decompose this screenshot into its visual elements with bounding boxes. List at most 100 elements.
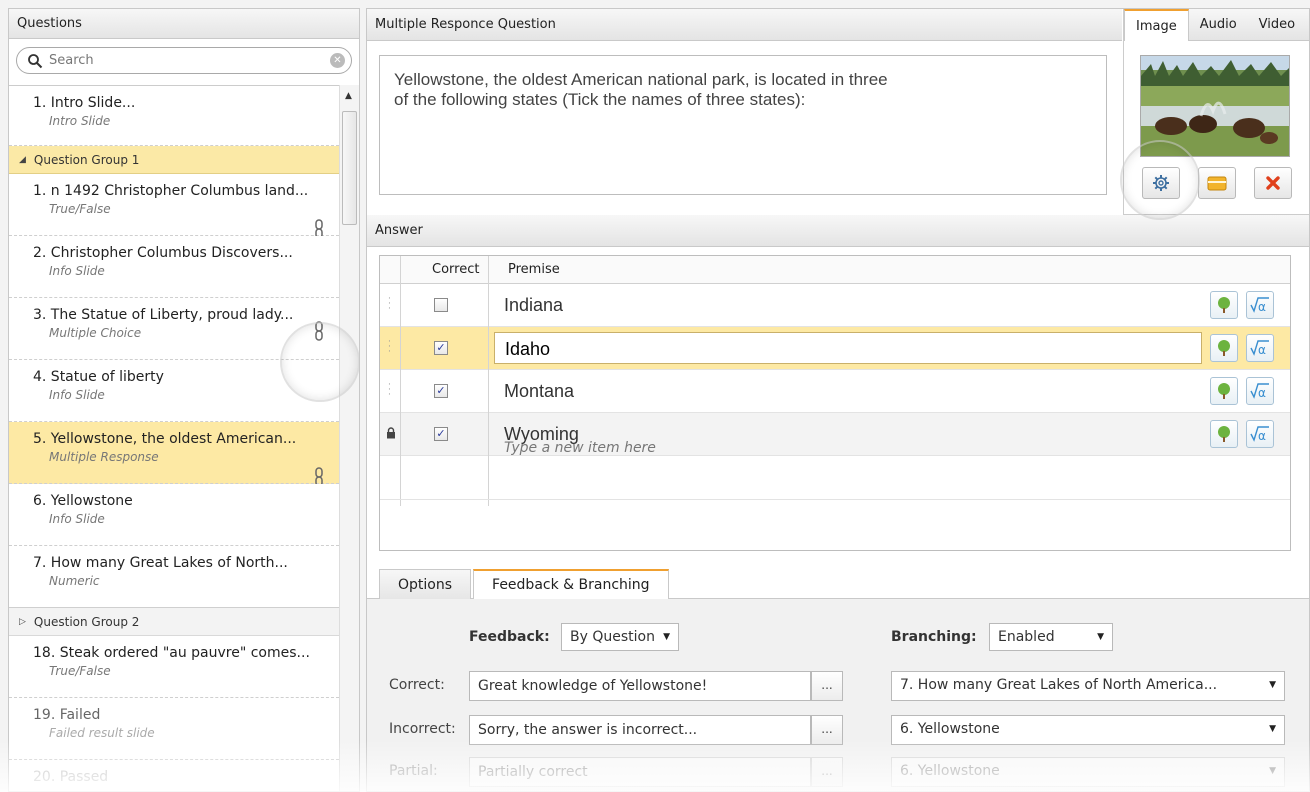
formula-alpha-icon: α [1250, 297, 1269, 314]
bottom-tabs: Options Feedback & Branching [379, 569, 671, 599]
tab-options[interactable]: Options [379, 569, 472, 599]
tab-feedback-branching[interactable]: Feedback & Branching [473, 569, 669, 599]
drag-handle-icon[interactable]: · · · [388, 338, 391, 357]
svg-text:α: α [1258, 429, 1266, 443]
question-editor: Multiple Responce Question Yellowstone, … [366, 8, 1310, 792]
expand-triangle-icon[interactable]: ▷ [19, 617, 26, 627]
tab-video[interactable]: Video [1248, 9, 1306, 40]
tab-image[interactable]: Image [1124, 9, 1189, 41]
premise-text[interactable]: Indiana [504, 295, 563, 316]
correct-branch-dropdown[interactable]: 7. How many Great Lakes of North America… [891, 671, 1285, 701]
svg-text:α: α [1258, 343, 1266, 357]
answer-row[interactable]: · · · Indiana α [380, 284, 1290, 327]
premise-equation-button[interactable]: α [1246, 420, 1274, 448]
correct-checkbox[interactable]: ✓ [434, 341, 448, 355]
svg-text:α: α [1258, 386, 1266, 400]
correct-feedback-more-button[interactable]: ... [811, 671, 843, 701]
list-item-q7[interactable]: 7. How many Great Lakes of North... Nume… [9, 546, 339, 608]
answer-row-selected[interactable]: · · · ✓ Idaho α [380, 327, 1290, 370]
partial-feedback-more-button[interactable]: ... [811, 757, 843, 787]
list-item-q19[interactable]: 19. Failed Failed result slide [9, 698, 339, 760]
list-item-q5-selected[interactable]: 5. Yellowstone, the oldest American... M… [9, 422, 339, 487]
premise-equation-button[interactable]: α [1246, 334, 1274, 362]
chevron-down-icon: ▼ [1269, 724, 1276, 734]
list-item-q20[interactable]: 20. Passed [9, 760, 339, 791]
collapse-triangle-icon[interactable]: ◢ [19, 155, 26, 165]
feedback-mode-dropdown[interactable]: By Question ▼ [561, 623, 679, 651]
tree-image-icon [1218, 340, 1230, 356]
premise-image-button[interactable] [1210, 334, 1238, 362]
premise-text[interactable]: Montana [504, 381, 574, 402]
list-item-intro[interactable]: 1. Intro Slide... Intro Slide [9, 86, 339, 146]
list-item-q2[interactable]: 2. Christopher Columbus Discovers... Inf… [9, 236, 339, 298]
list-item-q1[interactable]: 1. n 1492 Christopher Columbus land... T… [9, 174, 339, 239]
premise-image-button[interactable] [1210, 291, 1238, 319]
correct-checkbox[interactable] [434, 298, 448, 312]
question-type-title: Multiple Responce Question [367, 9, 1122, 41]
media-tabs: Image Audio Video [1124, 9, 1309, 41]
delete-x-icon [1266, 176, 1280, 190]
drag-handle-icon[interactable]: · · · [388, 381, 391, 400]
incorrect-feedback-label: Incorrect: [389, 721, 456, 737]
partial-feedback-label: Partial: [389, 763, 438, 779]
lock-icon [387, 427, 395, 439]
premise-equation-button[interactable]: α [1246, 377, 1274, 405]
group-header-2[interactable]: ▷ Question Group 2 [9, 608, 339, 636]
question-list-scrollbar[interactable]: ▲ [339, 85, 359, 791]
svg-text:α: α [1258, 300, 1266, 314]
chevron-down-icon: ▼ [1269, 766, 1276, 776]
delete-image-button[interactable] [1254, 167, 1292, 199]
correct-checkbox[interactable]: ✓ [434, 384, 448, 398]
list-item-q18[interactable]: 18. Steak ordered "au pauvre" comes... T… [9, 636, 339, 698]
search-input[interactable]: Search ✕ [16, 47, 352, 74]
incorrect-feedback-more-button[interactable]: ... [811, 715, 843, 745]
answer-grid-header: Correct Premise [380, 256, 1290, 284]
branching-mode-dropdown[interactable]: Enabled ▼ [989, 623, 1113, 651]
formula-alpha-icon: α [1250, 426, 1269, 443]
search-icon [28, 53, 43, 68]
group-header-1[interactable]: ◢ Question Group 1 [9, 146, 339, 174]
clear-search-icon[interactable]: ✕ [330, 53, 345, 68]
folder-icon [1207, 176, 1227, 191]
premise-equation-button[interactable]: α [1246, 291, 1274, 319]
app-window: Questions Search ✕ 1. Intro Slide... Int… [0, 0, 1310, 792]
open-image-button[interactable] [1198, 167, 1236, 199]
list-item-q6[interactable]: 6. Yellowstone Info Slide [9, 484, 339, 546]
answer-grid: Correct Premise · · · Indiana α · · · ✓ Idah… [379, 255, 1291, 551]
formula-alpha-icon: α [1250, 383, 1269, 400]
answer-section-title: Answer [367, 215, 1309, 247]
feedback-label: Feedback: [469, 629, 550, 645]
answer-row[interactable]: · · · ✓ Montana α [380, 370, 1290, 413]
incorrect-feedback-input[interactable]: Sorry, the answer is incorrect... [469, 715, 811, 745]
new-item-row[interactable] [380, 456, 1290, 500]
tree-image-icon [1218, 383, 1230, 399]
tree-image-icon [1218, 297, 1230, 313]
branching-label: Branching: [891, 629, 977, 645]
premise-image-button[interactable] [1210, 377, 1238, 405]
question-text-input[interactable]: Yellowstone, the oldest American nationa… [379, 55, 1107, 195]
column-premise[interactable]: Premise [508, 262, 560, 277]
chevron-down-icon: ▼ [663, 632, 670, 642]
correct-feedback-label: Correct: [389, 677, 445, 693]
new-item-placeholder[interactable]: Type a new item here [504, 440, 656, 456]
premise-image-button[interactable] [1210, 420, 1238, 448]
questions-panel-title: Questions [9, 9, 359, 39]
column-correct[interactable]: Correct [432, 262, 479, 277]
partial-feedback-input[interactable]: Partially correct [469, 757, 811, 787]
tree-image-icon [1218, 426, 1230, 442]
highlight-ring [280, 322, 360, 402]
feedback-branching-panel: Feedback: By Question ▼ Branching: Enable… [367, 598, 1309, 791]
incorrect-branch-dropdown[interactable]: 6. Yellowstone ▼ [891, 715, 1285, 745]
scrollbar-thumb[interactable] [342, 111, 357, 225]
premise-edit-field[interactable]: Idaho [494, 332, 1202, 364]
scroll-up-arrow-icon[interactable]: ▲ [345, 91, 352, 101]
chevron-down-icon: ▼ [1097, 632, 1104, 642]
correct-feedback-input[interactable]: Great knowledge of Yellowstone! [469, 671, 811, 701]
chevron-down-icon: ▼ [1269, 680, 1276, 690]
tab-audio[interactable]: Audio [1189, 9, 1248, 40]
partial-branch-dropdown[interactable]: 6. Yellowstone ▼ [891, 757, 1285, 787]
question-list: 1. Intro Slide... Intro Slide ◢ Question… [9, 85, 339, 791]
drag-handle-icon[interactable]: · · · [388, 295, 391, 314]
correct-checkbox[interactable]: ✓ [434, 427, 448, 441]
highlight-ring [1120, 140, 1200, 220]
